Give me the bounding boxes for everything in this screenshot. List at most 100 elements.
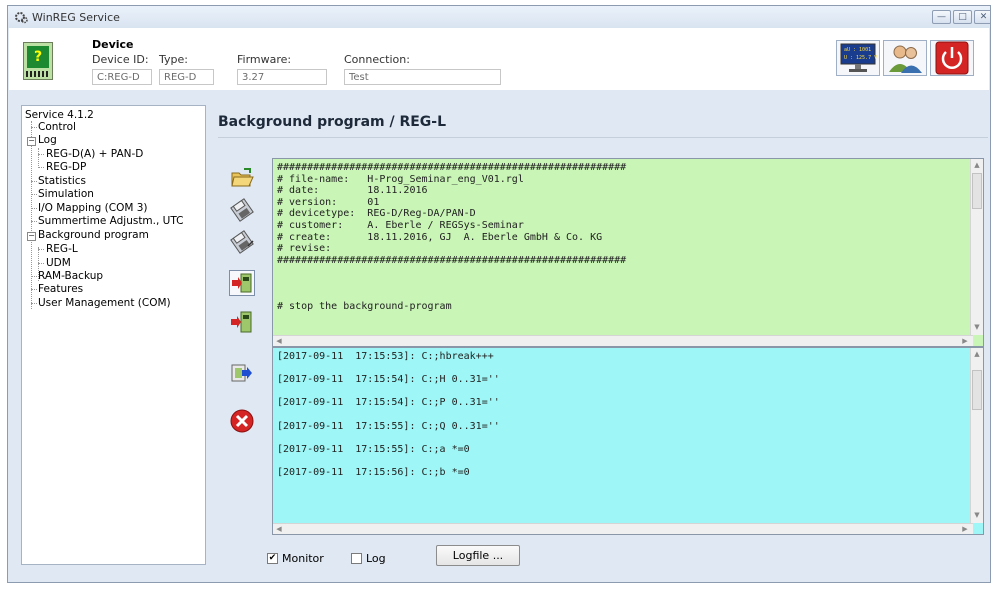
tree-item-statistics[interactable]: Statistics <box>38 175 86 187</box>
gear-app-icon <box>15 12 28 24</box>
tree-connector <box>38 154 44 155</box>
tree-item-service[interactable]: Service 4.1.2 <box>25 109 94 121</box>
logfile-button[interactable]: Logfile ... <box>436 545 520 566</box>
type-field: REG-D <box>159 69 214 85</box>
tree-connector <box>31 276 37 277</box>
tree-connector <box>31 303 37 304</box>
maximize-button[interactable]: □ <box>953 10 972 24</box>
maximize-icon: □ <box>958 12 967 22</box>
program-text: ########################################… <box>277 162 627 313</box>
tree-item-summertime[interactable]: Summertime Adjustm., UTC <box>38 215 184 227</box>
transfer-to-device-icon <box>232 273 252 293</box>
tree-connector <box>38 249 44 250</box>
log-checkbox[interactable] <box>351 553 362 564</box>
program-editor[interactable]: ########################################… <box>272 158 984 347</box>
scroll-down-icon[interactable]: ▼ <box>971 511 983 519</box>
scroll-down-icon[interactable]: ▼ <box>971 323 983 331</box>
save-disk-icon <box>230 198 254 222</box>
tree-item-reg-da-pan-d[interactable]: REG-D(A) + PAN-D <box>46 148 143 160</box>
window-title: WinREG Service <box>32 11 120 24</box>
tree-connector <box>31 127 37 128</box>
log-checkbox-label: Log <box>366 552 386 565</box>
tree-connector <box>31 208 37 209</box>
program-horizontal-scrollbar[interactable]: ◀ ▶ <box>273 335 973 346</box>
device-connector-icon <box>26 71 50 77</box>
tree-item-features[interactable]: Features <box>38 283 83 295</box>
main-window: WinREG Service — □ ✕ ? Device Device ID:… <box>7 5 991 583</box>
tree-item-reg-dp[interactable]: REG-DP <box>46 161 86 173</box>
monitor-checkbox[interactable]: ✔ <box>267 553 278 564</box>
tree-item-io-mapping[interactable]: I/O Mapping (COM 3) <box>38 202 148 214</box>
tree-connector <box>31 194 37 195</box>
program-vertical-scrollbar[interactable]: ▲ ▼ <box>970 159 983 335</box>
device-icon[interactable]: ? <box>23 42 53 80</box>
minimize-icon: — <box>937 12 946 22</box>
tree-item-ram-backup[interactable]: RAM-Backup <box>38 270 103 282</box>
monitor-button[interactable]: aU : 1001 U : 125.7 V <box>836 40 880 76</box>
scroll-up-icon[interactable]: ▲ <box>971 161 983 169</box>
firmware-field: 3.27 <box>237 69 327 85</box>
upload-program-button[interactable] <box>229 270 255 296</box>
tree-guide <box>38 148 39 168</box>
log-vertical-scrollbar[interactable]: ▲ ▼ <box>970 348 983 523</box>
log-horizontal-scrollbar[interactable]: ◀ ▶ <box>273 523 973 534</box>
scroll-right-icon[interactable]: ▶ <box>959 337 971 345</box>
open-file-button[interactable] <box>229 165 255 191</box>
log-output[interactable]: [2017-09-11 17:15:53]: C:;hbreak+++ [201… <box>272 347 984 535</box>
save-as-disk-icon <box>230 230 254 254</box>
scrollbar-thumb[interactable] <box>972 370 982 410</box>
download-program-button[interactable] <box>229 309 255 335</box>
close-icon: ✕ <box>979 12 988 22</box>
log-text: [2017-09-11 17:15:53]: C:;hbreak+++ [201… <box>277 351 500 478</box>
tree-collapse-icon[interactable]: − <box>27 137 36 146</box>
scrollbar-thumb[interactable] <box>972 173 982 209</box>
monitor-checkbox-label: Monitor <box>282 552 324 565</box>
tree-item-simulation[interactable]: Simulation <box>38 188 94 200</box>
tree-item-background-program[interactable]: Background program <box>38 229 149 241</box>
scroll-right-icon[interactable]: ▶ <box>959 525 971 533</box>
firmware-label: Firmware: <box>237 53 292 66</box>
scroll-left-icon[interactable]: ◀ <box>273 337 285 345</box>
power-button[interactable] <box>930 40 974 76</box>
tree-connector <box>31 181 37 182</box>
close-button[interactable]: ✕ <box>974 10 990 24</box>
device-section-label: Device <box>92 38 134 51</box>
users-button[interactable] <box>883 40 927 76</box>
transfer-from-device-icon <box>231 311 252 333</box>
monitor-line-2: U : 125.7 V <box>844 55 877 61</box>
export-arrow-icon <box>231 364 252 382</box>
tree-guide <box>31 121 32 309</box>
delete-x-icon <box>230 409 254 433</box>
users-icon <box>889 45 922 73</box>
monitor-display-icon: aU : 1001 U : 125.7 V <box>840 43 877 72</box>
tree-item-udm[interactable]: UDM <box>46 257 71 269</box>
device-header: ? Device Device ID: C:REG-D Type: REG-D … <box>9 28 989 90</box>
save-button[interactable] <box>229 197 255 223</box>
scroll-up-icon[interactable]: ▲ <box>971 350 983 358</box>
page-title: Background program / REG-L <box>218 114 447 130</box>
tree-connector <box>38 167 44 168</box>
type-label: Type: <box>159 53 188 66</box>
tree-item-control[interactable]: Control <box>38 121 76 133</box>
minimize-button[interactable]: — <box>932 10 951 24</box>
tree-connector <box>31 289 37 290</box>
device-id-field: C:REG-D <box>92 69 152 85</box>
tree-connector <box>31 221 37 222</box>
help-question-icon: ? <box>27 46 49 68</box>
title-divider <box>218 137 988 138</box>
tree-connector <box>38 263 44 264</box>
tree-collapse-icon[interactable]: − <box>27 232 36 241</box>
save-as-button[interactable] <box>229 229 255 255</box>
monitor-line-1: aU : 1001 <box>844 47 871 53</box>
tree-item-log[interactable]: Log <box>38 134 57 146</box>
scroll-left-icon[interactable]: ◀ <box>273 525 285 533</box>
navigation-tree: Service 4.1.2 Control − Log REG-D(A) + P… <box>21 105 206 565</box>
power-icon <box>935 41 969 75</box>
export-button[interactable] <box>229 360 255 386</box>
open-folder-icon <box>231 168 254 187</box>
tree-item-reg-l[interactable]: REG-L <box>46 243 78 255</box>
clear-log-button[interactable] <box>229 408 255 434</box>
tree-item-user-management[interactable]: User Management (COM) <box>38 297 171 309</box>
title-bar: WinREG Service — □ ✕ <box>8 6 990 28</box>
connection-label: Connection: <box>344 53 410 66</box>
